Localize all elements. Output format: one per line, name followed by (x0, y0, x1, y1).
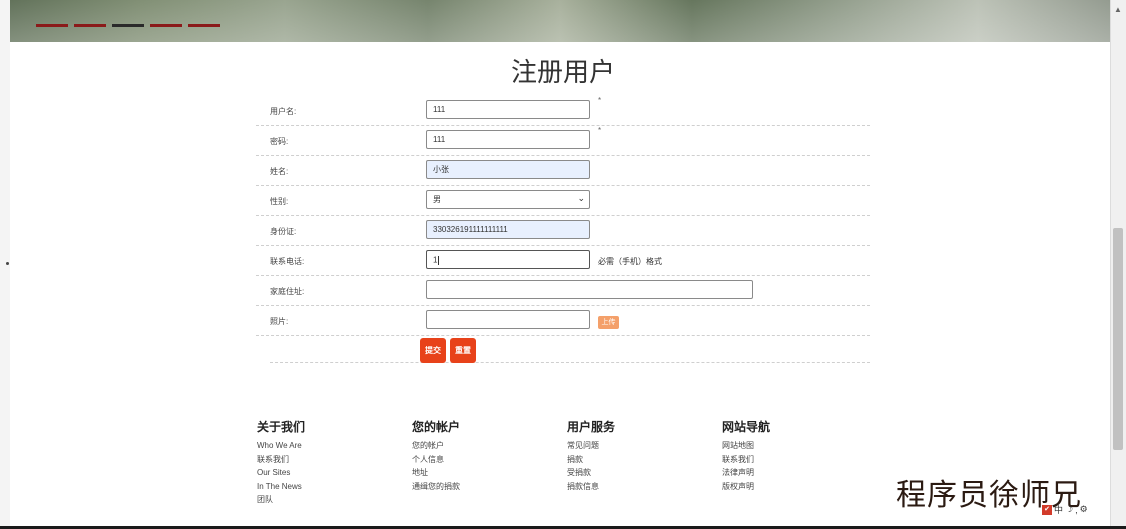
submit-button[interactable]: 提交 (420, 338, 446, 363)
footer-link[interactable]: 联系我们 (722, 453, 862, 467)
banner-bar (112, 24, 144, 27)
footer-link[interactable]: Who We Are (257, 439, 397, 453)
footer-link[interactable]: In The News (257, 480, 397, 494)
footer-link[interactable]: 地址 (412, 466, 552, 480)
banner-bar (188, 24, 220, 27)
form-row-password: 密码: 111 * (256, 126, 870, 156)
footer-nav: 网站导航 网站地图 联系我们 法律声明 版权声明 (722, 418, 862, 493)
footer-link[interactable]: 网站地图 (722, 439, 862, 453)
footer-link[interactable]: 团队 (257, 493, 397, 507)
footer-link[interactable]: 版权声明 (722, 480, 862, 494)
footer-service-title: 用户服务 (567, 420, 616, 434)
footer-nav-title: 网站导航 (722, 420, 771, 434)
password-label: 密码: (270, 137, 289, 146)
phone-value: 1 (433, 255, 438, 265)
gender-selected-value: 男 (433, 195, 441, 204)
footer-link[interactable]: 常见问题 (567, 439, 707, 453)
ime-logo-icon: ✔ (1042, 504, 1052, 515)
form-row-photo: 照片: 上传 (256, 306, 870, 336)
scrollbar-thumb[interactable] (1113, 228, 1123, 450)
form-actions: 提交 重置 (270, 336, 870, 363)
footer-service: 用户服务 常见问题 捐款 受捐款 捐款信息 (567, 418, 707, 493)
page-title: 注册用户 (510, 57, 615, 87)
footer-about: 关于我们 Who We Are 联系我们 Our Sites In The Ne… (257, 418, 397, 507)
form-row-username: 用户名: 111 * (256, 96, 870, 126)
banner-bar (150, 24, 182, 27)
footer-link[interactable]: 联系我们 (257, 453, 397, 467)
footer-link[interactable]: Our Sites (257, 466, 397, 480)
address-label: 家庭住址: (270, 287, 305, 296)
form-row-gender: 性别: 男 ⌄ (256, 186, 870, 216)
form-row-id-card: 身份证: 330326191111111111 (256, 216, 870, 246)
header-banner (10, 0, 1110, 42)
photo-label: 照片: (270, 317, 289, 326)
footer-about-title: 关于我们 (257, 420, 306, 434)
left-marker (6, 262, 9, 265)
form-row-fullname: 姓名: 小张 (256, 156, 870, 186)
banner-bar (36, 24, 68, 27)
banner-bars (36, 24, 220, 27)
ime-mode[interactable]: 中 (1054, 503, 1063, 516)
phone-label: 联系电话: (270, 257, 305, 266)
chevron-down-icon: ⌄ (577, 193, 585, 203)
username-label: 用户名: (270, 107, 297, 116)
password-input[interactable]: 111 (426, 130, 590, 149)
form-row-phone: 联系电话: 1 必需（手机）格式 (256, 246, 870, 276)
footer-link[interactable]: 通缉您的捐款 (412, 480, 552, 494)
text-cursor (438, 256, 440, 265)
photo-input[interactable] (426, 310, 590, 329)
phone-hint: 必需（手机）格式 (598, 257, 662, 266)
gear-icon[interactable]: ⚙ (1080, 504, 1088, 515)
footer-account-title: 您的帐户 (412, 420, 461, 434)
form-row-address: 家庭住址: (256, 276, 870, 306)
fullname-input[interactable]: 小张 (426, 160, 590, 179)
required-mark: * (598, 96, 602, 105)
ime-toolbar[interactable]: ✔ 中 ☽ , ⚙ (1042, 503, 1088, 516)
footer-link[interactable]: 捐款信息 (567, 480, 707, 494)
gender-label: 性别: (270, 197, 289, 206)
footer-account: 您的帐户 您的帐户 个人信息 地址 通缉您的捐款 (412, 418, 552, 493)
scroll-up-icon[interactable]: ▲ (1114, 6, 1122, 14)
footer-link[interactable]: 受捐款 (567, 466, 707, 480)
fullname-label: 姓名: (270, 167, 289, 176)
footer-link[interactable]: 捐款 (567, 453, 707, 467)
reset-button[interactable]: 重置 (450, 338, 476, 363)
footer-link[interactable]: 个人信息 (412, 453, 552, 467)
moon-icon[interactable]: ☽ (1065, 504, 1073, 515)
upload-button[interactable]: 上传 (598, 316, 619, 329)
phone-input[interactable]: 1 (426, 250, 590, 269)
username-input[interactable]: 111 (426, 100, 590, 119)
vertical-scrollbar[interactable]: ▲ (1110, 0, 1126, 529)
id-card-label: 身份证: (270, 227, 297, 236)
required-mark: * (598, 126, 602, 135)
address-input[interactable] (426, 280, 753, 299)
gender-select[interactable]: 男 ⌄ (426, 190, 590, 209)
comma-icon[interactable]: , (1075, 505, 1078, 515)
id-card-input[interactable]: 330326191111111111 (426, 220, 590, 239)
banner-bar (74, 24, 106, 27)
footer-link[interactable]: 法律声明 (722, 466, 862, 480)
footer-link[interactable]: 您的帐户 (412, 439, 552, 453)
